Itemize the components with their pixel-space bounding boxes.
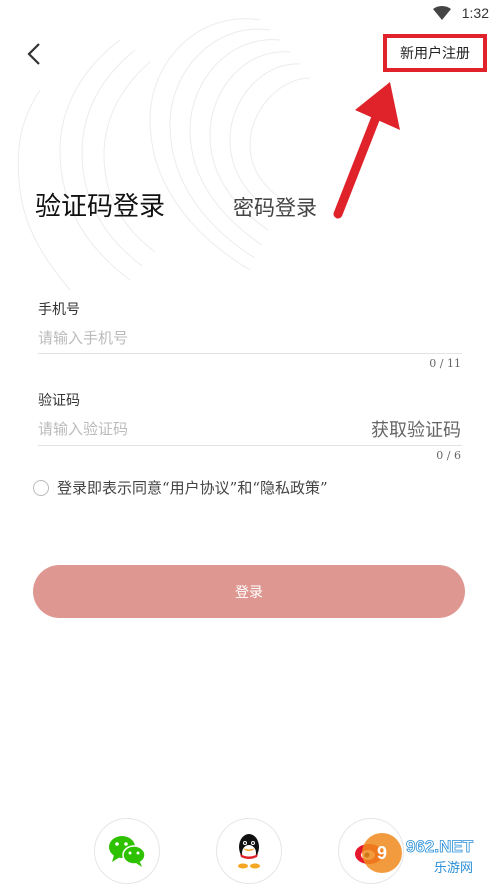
agreement-row: 登录即表示同意 “用户协议” 和 “隐私政策” xyxy=(33,477,328,498)
code-input[interactable] xyxy=(38,415,338,443)
watermark-text-top: 962.NET xyxy=(406,837,474,856)
qq-icon xyxy=(238,834,260,869)
watermark-text-bottom: 乐游网 xyxy=(434,861,473,876)
back-button[interactable] xyxy=(20,38,48,70)
chevron-left-icon xyxy=(27,43,40,65)
agreement-checkbox[interactable] xyxy=(33,479,49,496)
tab-sms-login[interactable]: 验证码登录 xyxy=(35,186,165,223)
code-divider xyxy=(38,445,462,446)
status-time: 1:32 xyxy=(461,5,489,21)
weibo-icon xyxy=(355,844,383,864)
weibo-login-button[interactable] xyxy=(338,818,404,884)
agreement-conjunction: 和 xyxy=(237,479,253,497)
phone-divider xyxy=(38,353,462,354)
phone-input[interactable] xyxy=(38,324,378,352)
qq-login-button[interactable] xyxy=(216,818,282,884)
phone-label: 手机号 xyxy=(38,302,80,318)
privacy-policy-link[interactable]: “隐私政策” xyxy=(252,477,327,498)
phone-counter: 0 / 11 xyxy=(429,357,461,370)
code-label: 验证码 xyxy=(38,393,80,409)
wechat-icon xyxy=(109,836,146,867)
user-agreement-link[interactable]: “用户协议” xyxy=(162,477,237,498)
agreement-prefix: 登录即表示同意 xyxy=(57,479,163,497)
tab-password-login[interactable]: 密码登录 xyxy=(233,192,317,222)
status-bar: 1:32 xyxy=(0,0,497,28)
background-fingerprint-decoration xyxy=(17,18,311,291)
register-link[interactable]: 新用户注册 xyxy=(383,34,487,72)
wechat-login-button[interactable] xyxy=(94,818,160,884)
login-button[interactable]: 登录 xyxy=(33,565,465,618)
register-label: 新用户注册 xyxy=(400,46,470,62)
wifi-icon xyxy=(433,6,451,20)
code-counter: 0 / 6 xyxy=(436,449,461,462)
get-code-button[interactable]: 获取验证码 xyxy=(371,416,461,442)
login-button-label: 登录 xyxy=(235,584,263,601)
